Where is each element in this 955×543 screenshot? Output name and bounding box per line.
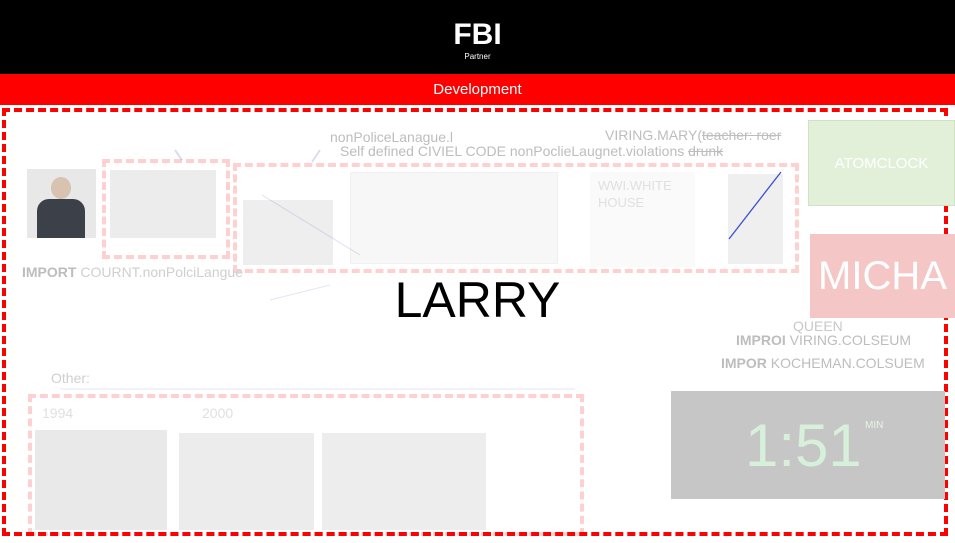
right-import-2: IMPOR KOCHEMAN.COLSUEM: [721, 355, 925, 371]
other-photo-1: [35, 430, 167, 530]
atomclock-tile[interactable]: ATOMCLOCK: [808, 120, 955, 206]
year-2000: 2000: [202, 405, 234, 421]
right-import-1-keyword: IMPROI: [736, 332, 786, 348]
other-photo-2: [179, 433, 314, 530]
connector-line-4: [311, 149, 321, 163]
right-import-2-target: KOCHEMAN.COLSUEM: [770, 355, 925, 371]
connector-line-blue: [728, 171, 782, 240]
other-photo-3: [322, 433, 486, 530]
right-import-2-keyword: IMPOR: [721, 355, 767, 371]
clock-time: 1:51: [745, 412, 862, 479]
year-1994: 1994: [42, 405, 74, 421]
other-label: Other:: [51, 370, 90, 386]
micha-tile[interactable]: MICHA: [810, 234, 955, 318]
clock-unit: MIN: [865, 420, 884, 431]
connector-line-1: [261, 194, 361, 256]
right-import-1-target: VIRING.COLSEUM: [789, 332, 912, 348]
right-import-1: IMPROI VIRING.COLSEUM: [736, 332, 911, 348]
connector-line-3: [174, 149, 183, 161]
